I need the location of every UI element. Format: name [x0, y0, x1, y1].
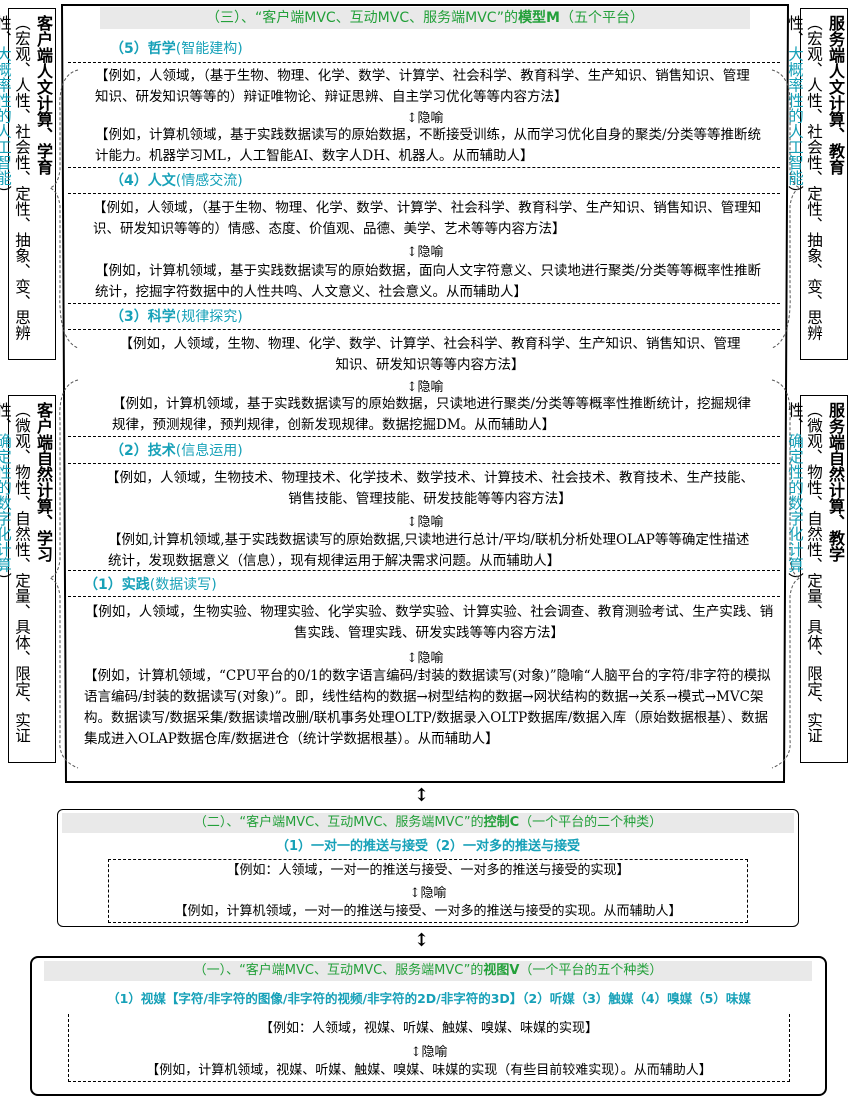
view-header-bold: 视图V: [483, 963, 520, 978]
control-metaphor-label: 隐喻: [420, 886, 447, 901]
view-header: （一）、“客户端MVC、互动MVC、服务端MVC”的视图V（一个平台的五个种类）: [44, 961, 812, 981]
view-subtitle: （1）视媒【字符/非字符的图像/非字符的视频/非字符的2D/非字符的3D】（2）…: [107, 991, 751, 1006]
control-header-bold: 控制C: [483, 815, 520, 830]
control-header-prefix: （二）、“客户端MVC、互动MVC、服务端MVC”的: [193, 815, 484, 830]
view-metaphor-label: 隐喻: [421, 1045, 448, 1060]
control-view-connector: ↕: [414, 930, 430, 951]
model-control-connector: ↕: [414, 785, 430, 806]
view-metaphor: ↕隐喻: [410, 1045, 448, 1060]
brace-lines: [48, 69, 802, 769]
view-header-suffix: （一个平台的五个种类）: [519, 963, 663, 978]
control-computer: 【例如，计算机领域，一对一的推送与接受、一对多的推送与接受的实现。从而辅助人】: [174, 904, 682, 919]
control-header-suffix: （一个平台的二个种类）: [519, 815, 663, 830]
control-human: 【例如：人领域，一对一的推送与接受、一对多的推送与接受的实现】: [226, 863, 630, 878]
view-human: 【例如：人领域，视媒、听媒、触媒、嗅媒、味媒的实现】: [259, 1021, 598, 1036]
control-metaphor: ↕隐喻: [409, 886, 447, 901]
view-header-prefix: （一）、“客户端MVC、互动MVC、服务端MVC”的: [193, 963, 484, 978]
control-header: （二）、“客户端MVC、互动MVC、服务端MVC”的控制C（一个平台的二个种类）: [62, 813, 794, 833]
control-subtitle: （1）一对一的推送与接受（2）一对多的推送与接受: [275, 839, 581, 854]
view-computer: 【例如，计算机领域，视媒、听媒、触媒、嗅媒、味媒的实现（有些目前较难实现）。从而…: [146, 1063, 712, 1078]
